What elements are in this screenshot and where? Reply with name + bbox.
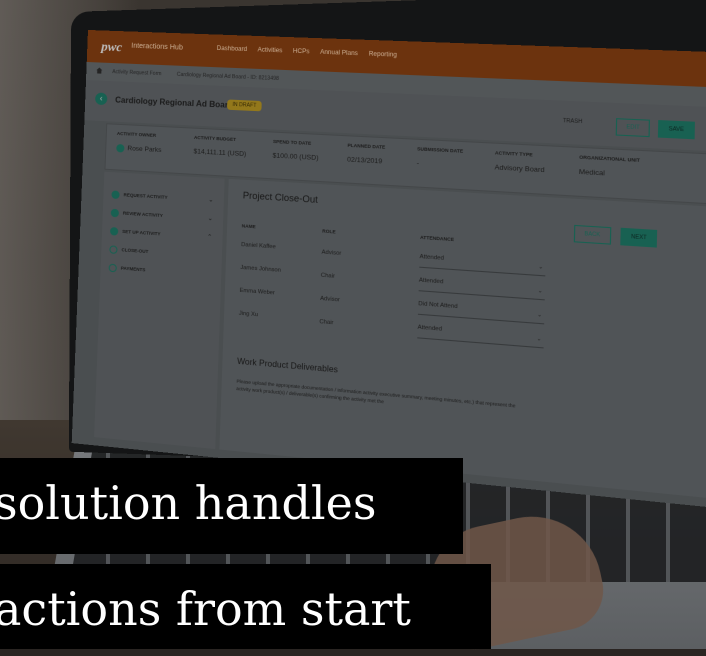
caption-line-2: actions from start xyxy=(0,564,491,649)
screen-shade xyxy=(72,30,706,510)
laptop-screen: pwc Interactions Hub Dashboard Activitie… xyxy=(72,30,706,510)
caption-line-1: solution handles xyxy=(0,458,463,554)
